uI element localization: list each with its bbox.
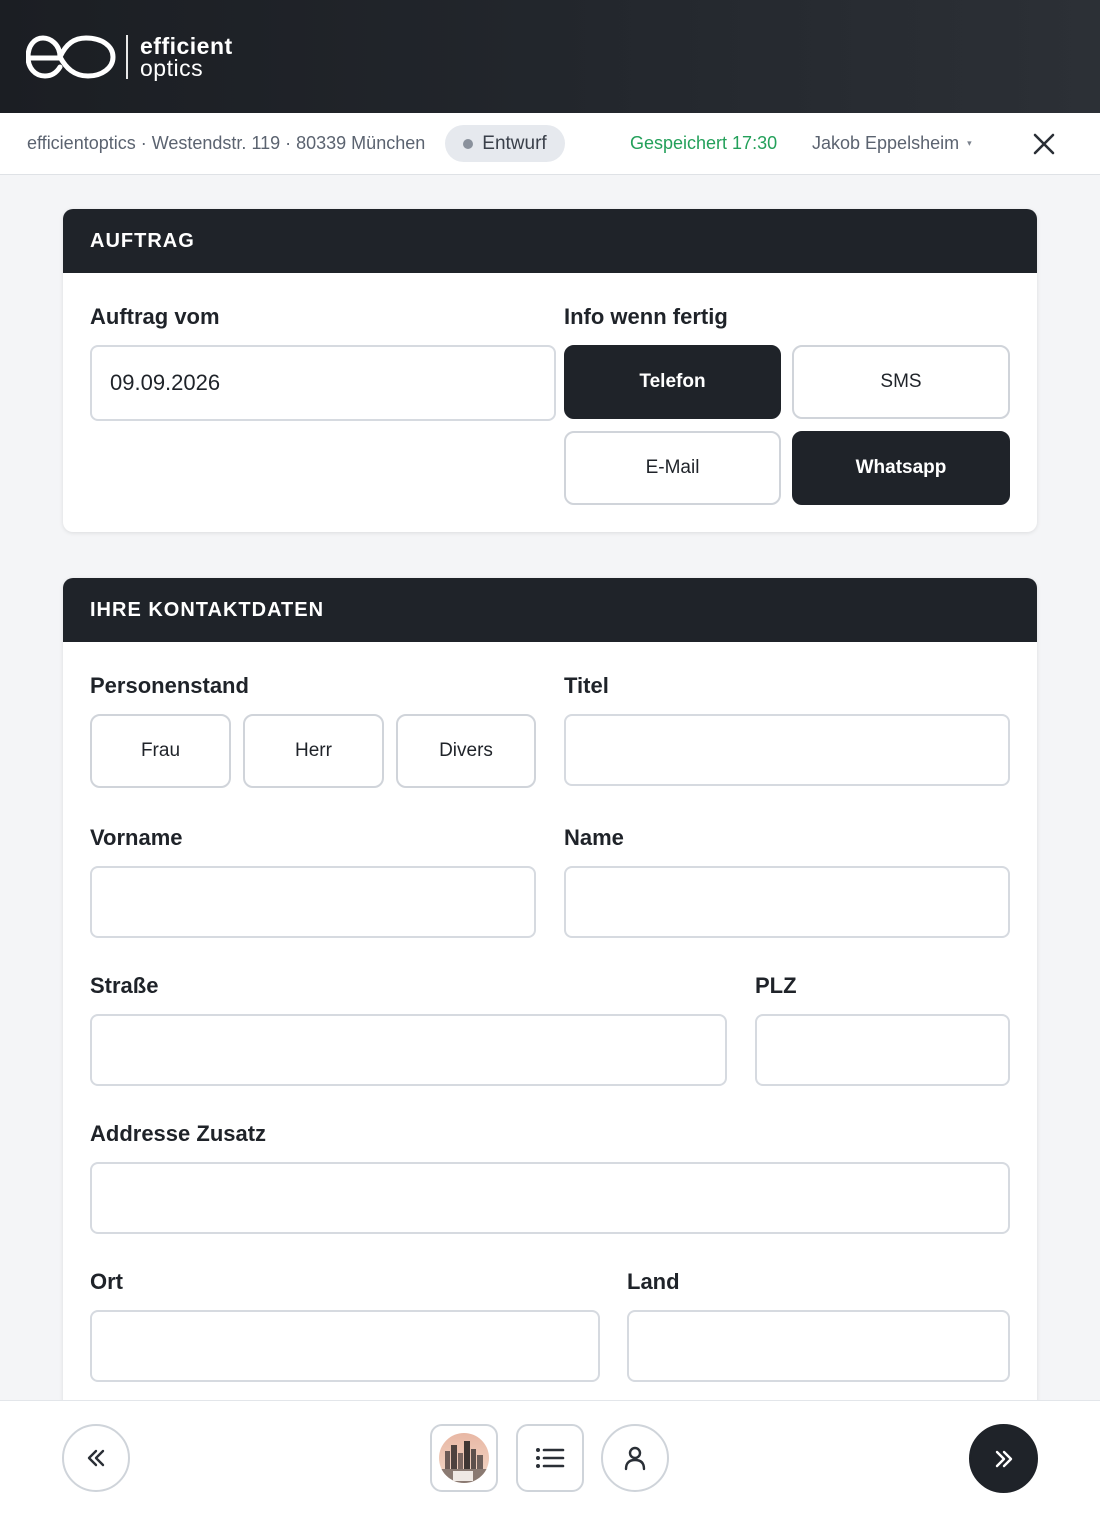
photo-button[interactable] <box>430 1424 498 1492</box>
caret-down-icon: ▾ <box>967 138 972 148</box>
strasse-input[interactable] <box>90 1014 727 1086</box>
status-badge: Entwurf <box>445 125 565 162</box>
store-address: efficientoptics · Westendstr. 119 · 8033… <box>27 133 426 153</box>
info-wenn-fertig-label: Info wenn fertig <box>564 304 728 329</box>
app-header: efficient optics <box>0 0 1100 113</box>
notify-email-button[interactable]: E-Mail <box>564 431 781 505</box>
strasse-label: Straße <box>90 973 159 998</box>
logo-line-1: efficient <box>140 32 233 59</box>
back-button[interactable] <box>62 1424 130 1492</box>
auftrag-card-title: AUFTRAG <box>63 209 1037 273</box>
auftrag-date-label: Auftrag vom <box>90 304 220 329</box>
personenstand-label: Personenstand <box>90 673 249 698</box>
logo-line-2: optics <box>140 54 204 81</box>
user-name: Jakob Eppelsheim <box>812 133 960 153</box>
saved-status: Gespeichert 17:30 <box>630 133 778 153</box>
double-chevron-left-icon <box>87 1449 105 1467</box>
next-button[interactable] <box>969 1424 1038 1493</box>
kontakt-card: IHRE KONTAKTDATEN Personenstand Frau Her… <box>63 578 1037 1438</box>
plz-input[interactable] <box>755 1014 1010 1086</box>
double-chevron-right-icon <box>995 1450 1012 1467</box>
list-button[interactable] <box>516 1424 584 1492</box>
name-label: Name <box>564 825 624 850</box>
auftrag-date-input[interactable] <box>90 345 556 421</box>
notify-sms-button[interactable]: SMS <box>792 345 1010 419</box>
city-photo-thumbnail <box>439 1433 489 1483</box>
notify-whatsapp-button[interactable]: Whatsapp <box>792 431 1010 505</box>
ort-input[interactable] <box>90 1310 600 1382</box>
titel-input[interactable] <box>564 714 1010 786</box>
adresse-zusatz-label: Addresse Zusatz <box>90 1121 267 1146</box>
titel-label: Titel <box>564 673 609 698</box>
vorname-input[interactable] <box>90 866 536 938</box>
land-input[interactable] <box>627 1310 1010 1382</box>
personenstand-divers-button[interactable]: Divers <box>396 714 536 788</box>
status-dot-icon <box>463 138 474 149</box>
ort-label: Ort <box>90 1269 123 1294</box>
bottom-navigation <box>0 1400 1100 1514</box>
customer-button[interactable] <box>601 1424 669 1492</box>
notify-telefon-button[interactable]: Telefon <box>564 345 781 419</box>
plz-label: PLZ <box>755 973 797 998</box>
personenstand-herr-button[interactable]: Herr <box>243 714 384 788</box>
adresse-zusatz-input[interactable] <box>90 1162 1010 1234</box>
logo-divider <box>126 34 128 79</box>
close-icon[interactable] <box>1030 130 1058 158</box>
logo-wordmark: efficient optics <box>140 32 233 81</box>
user-menu[interactable]: Jakob Eppelsheim ▾ <box>812 133 972 154</box>
personenstand-frau-button[interactable]: Frau <box>90 714 231 788</box>
vorname-label: Vorname <box>90 825 183 850</box>
kontakt-card-title: IHRE KONTAKTDATEN <box>63 578 1037 642</box>
efficient-optics-logo-icon <box>26 34 116 79</box>
user-icon <box>624 1446 646 1471</box>
list-icon <box>536 1448 565 1468</box>
land-label: Land <box>627 1269 680 1294</box>
name-input[interactable] <box>564 866 1010 938</box>
auftrag-card: AUFTRAG Auftrag vom Info wenn fertig Tel… <box>63 209 1037 532</box>
status-label: Entwurf <box>482 132 547 154</box>
info-bar: efficientoptics · Westendstr. 119 · 8033… <box>0 113 1100 175</box>
